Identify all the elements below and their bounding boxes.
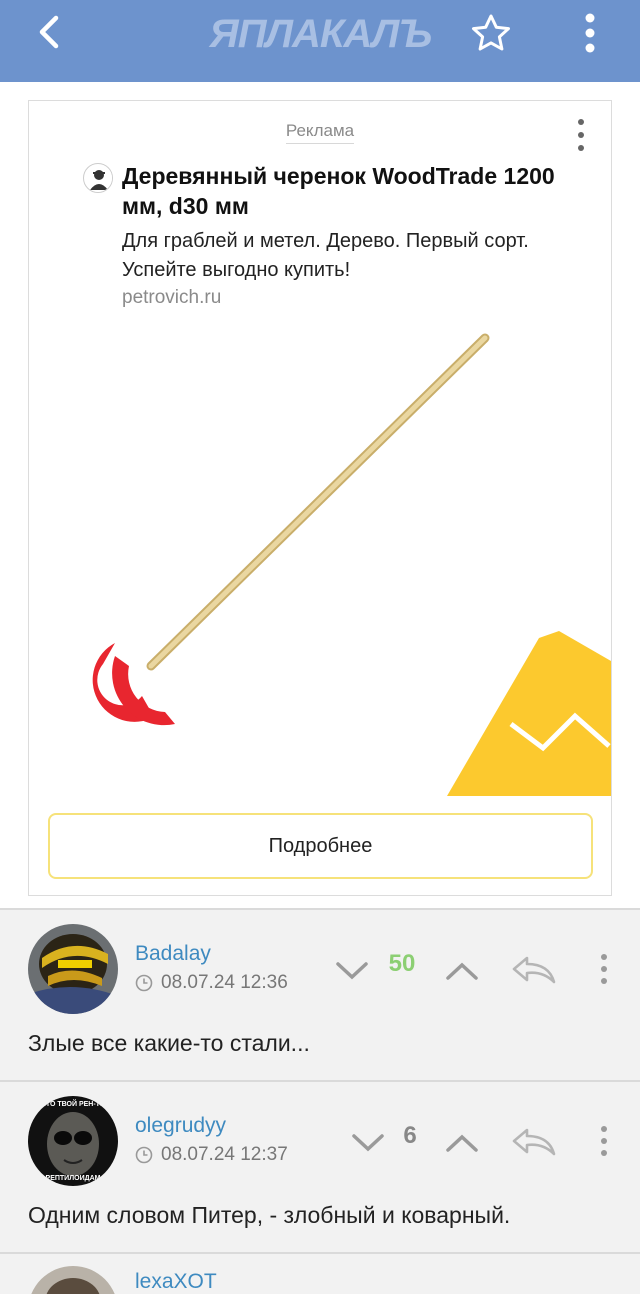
more-vertical-icon — [578, 119, 584, 151]
advertiser-favicon — [83, 163, 113, 193]
vote-up-button[interactable] — [442, 954, 482, 988]
comment-username[interactable]: olegrudyy — [135, 1114, 226, 1138]
chevron-left-icon — [39, 15, 59, 49]
ad-more-button[interactable]: Подробнее — [48, 813, 593, 879]
comment-item: Badalay 08.07.24 12:36 50 Злые все какие… — [0, 908, 640, 1080]
comment-menu-button[interactable] — [592, 948, 616, 990]
ad-options-button[interactable] — [569, 115, 593, 155]
comment-meta: 08.07.24 12:36 — [135, 972, 288, 994]
comment-item: ЧТО ТВОЙ РЕН-ТВ РЕПТИЛОИДАМ olegrudyy 08… — [0, 1080, 640, 1252]
avatar-caption-top: ЧТО ТВОЙ РЕН-ТВ — [41, 1099, 105, 1108]
avatar[interactable] — [28, 1266, 118, 1294]
reply-button[interactable] — [508, 952, 560, 988]
top-bar: ЯПЛАКАЛЪ — [0, 0, 640, 82]
chevron-up-icon — [446, 1134, 478, 1152]
ad-card[interactable]: Реклама Деревянный черенок WoodTrade 120… — [28, 100, 612, 896]
comment-item: lexaXOT — [0, 1252, 640, 1294]
reply-button[interactable] — [508, 1124, 560, 1160]
logo-text: ЯПЛАКАЛЪ — [209, 11, 433, 56]
comment-menu-button[interactable] — [592, 1120, 616, 1162]
avatar[interactable]: ЧТО ТВОЙ РЕН-ТВ РЕПТИЛОИДАМ — [28, 1096, 118, 1186]
ad-domain[interactable]: petrovich.ru — [122, 287, 221, 309]
comment-username[interactable]: lexaXOT — [135, 1270, 217, 1294]
comment-score: 6 — [403, 1122, 417, 1149]
menu-button[interactable] — [574, 8, 606, 58]
yellow-triangle-shape — [447, 631, 611, 796]
favorite-button[interactable] — [466, 10, 516, 56]
more-vertical-icon — [585, 13, 595, 53]
comment-score: 50 — [388, 950, 416, 977]
clock-icon — [135, 1146, 153, 1164]
vote-down-button[interactable] — [332, 954, 372, 988]
more-vertical-icon — [601, 954, 607, 984]
comment-text: Одним словом Питер, - злобный и коварный… — [28, 1202, 511, 1228]
ad-section: Реклама Деревянный черенок WoodTrade 120… — [0, 82, 640, 908]
avatar-caption-bottom: РЕПТИЛОИДАМ — [46, 1175, 101, 1182]
ad-image[interactable] — [29, 326, 611, 796]
comment-username[interactable]: Badalay — [135, 942, 211, 966]
back-button[interactable] — [30, 12, 70, 52]
ad-label: Реклама — [285, 121, 355, 144]
comment-text: Злые все какие-то стали... — [28, 1030, 310, 1056]
clock-icon — [135, 974, 153, 992]
avatar[interactable] — [28, 924, 118, 1014]
comment-datetime: 08.07.24 12:36 — [161, 972, 288, 993]
vote-up-button[interactable] — [442, 1126, 482, 1160]
ad-title[interactable]: Деревянный черенок WoodTrade 1200 мм, d3… — [122, 161, 572, 221]
ad-description: Для граблей и метел. Дерево. Первый сорт… — [122, 230, 529, 281]
reply-arrow-icon — [512, 1128, 556, 1156]
star-outline-icon — [472, 14, 510, 51]
comment-datetime: 08.07.24 12:37 — [161, 1144, 288, 1165]
chevron-up-icon — [446, 962, 478, 980]
site-logo[interactable]: ЯПЛАКАЛЪ — [198, 10, 443, 58]
more-vertical-icon — [601, 1126, 607, 1156]
comment-meta: 08.07.24 12:37 — [135, 1144, 288, 1166]
reply-arrow-icon — [512, 956, 556, 984]
chevron-down-icon — [336, 962, 368, 980]
